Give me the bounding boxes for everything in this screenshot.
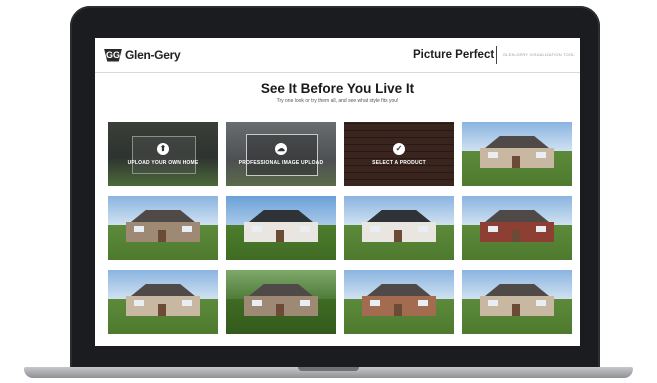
house-door — [394, 304, 402, 316]
house-window — [488, 152, 498, 158]
house-door — [276, 230, 284, 242]
house-door — [512, 304, 520, 316]
brand-name: Glen-Gery — [125, 48, 181, 62]
upload-your-own-home-label: UPLOAD YOUR OWN HOME — [127, 159, 199, 166]
home-style-thumbnail[interactable] — [462, 122, 572, 186]
page-subtitle: Try one look or try them all, and see wh… — [276, 98, 399, 104]
tile-content: ⬆ UPLOAD YOUR OWN HOME — [127, 142, 199, 166]
home-style-thumbnail[interactable] — [226, 270, 336, 334]
select-a-product-button[interactable]: ✓ SELECT A PRODUCT — [344, 122, 454, 186]
house-window — [300, 300, 310, 306]
laptop-notch — [298, 367, 359, 371]
house-door — [276, 304, 284, 316]
app-screen: GG Glen-Gery Picture Perfect GLEN-GERY V… — [95, 38, 580, 346]
house-door — [512, 156, 520, 168]
check-icon: ✓ — [392, 142, 405, 155]
house-window — [488, 300, 498, 306]
header-tagline: GLEN-GERY VISUALIZATION TOOL — [503, 52, 575, 57]
house-door — [158, 304, 166, 316]
tile-content: ✓ SELECT A PRODUCT — [372, 142, 426, 166]
house-window — [536, 152, 546, 158]
header-divider — [496, 46, 497, 64]
house-window — [252, 226, 262, 232]
house-door — [158, 230, 166, 242]
house-window — [536, 300, 546, 306]
professional-image-upload-button[interactable]: ☁ PROFESSIONAL IMAGE UPLOAD — [226, 122, 336, 186]
house-window — [536, 226, 546, 232]
house-window — [252, 300, 262, 306]
house-window — [488, 226, 498, 232]
house-window — [418, 300, 428, 306]
house-window — [134, 300, 144, 306]
home-style-thumbnail[interactable] — [226, 196, 336, 260]
style-gallery: ⬆ UPLOAD YOUR OWN HOME ☁ PROFESSIONAL IM… — [108, 122, 572, 334]
select-a-product-label: SELECT A PRODUCT — [372, 159, 426, 166]
house-window — [300, 226, 310, 232]
house-window — [134, 226, 144, 232]
house-door — [394, 230, 402, 242]
logo-mark-icon: GG — [104, 48, 122, 62]
professional-image-upload-label: PROFESSIONAL IMAGE UPLOAD — [238, 159, 324, 166]
home-style-thumbnail[interactable] — [344, 270, 454, 334]
house-window — [182, 300, 192, 306]
brand-logo[interactable]: GG Glen-Gery — [104, 48, 181, 62]
tile-content: ☁ PROFESSIONAL IMAGE UPLOAD — [238, 142, 324, 166]
upload-your-own-home-button[interactable]: ⬆ UPLOAD YOUR OWN HOME — [108, 122, 218, 186]
house-window — [182, 226, 192, 232]
home-style-thumbnail[interactable] — [108, 270, 218, 334]
house-window — [370, 300, 380, 306]
home-style-thumbnail[interactable] — [462, 270, 572, 334]
house-window — [418, 226, 428, 232]
house-door — [512, 230, 520, 242]
page-title: See It Before You Live It — [260, 81, 415, 96]
top-bar: GG Glen-Gery Picture Perfect GLEN-GERY V… — [95, 38, 580, 73]
home-style-thumbnail[interactable] — [344, 196, 454, 260]
product-title: Picture Perfect — [413, 49, 495, 61]
home-style-thumbnail[interactable] — [108, 196, 218, 260]
cloud-upload-icon: ☁ — [274, 142, 287, 155]
upload-icon: ⬆ — [156, 142, 169, 155]
house-window — [370, 226, 380, 232]
home-style-thumbnail[interactable] — [462, 196, 572, 260]
